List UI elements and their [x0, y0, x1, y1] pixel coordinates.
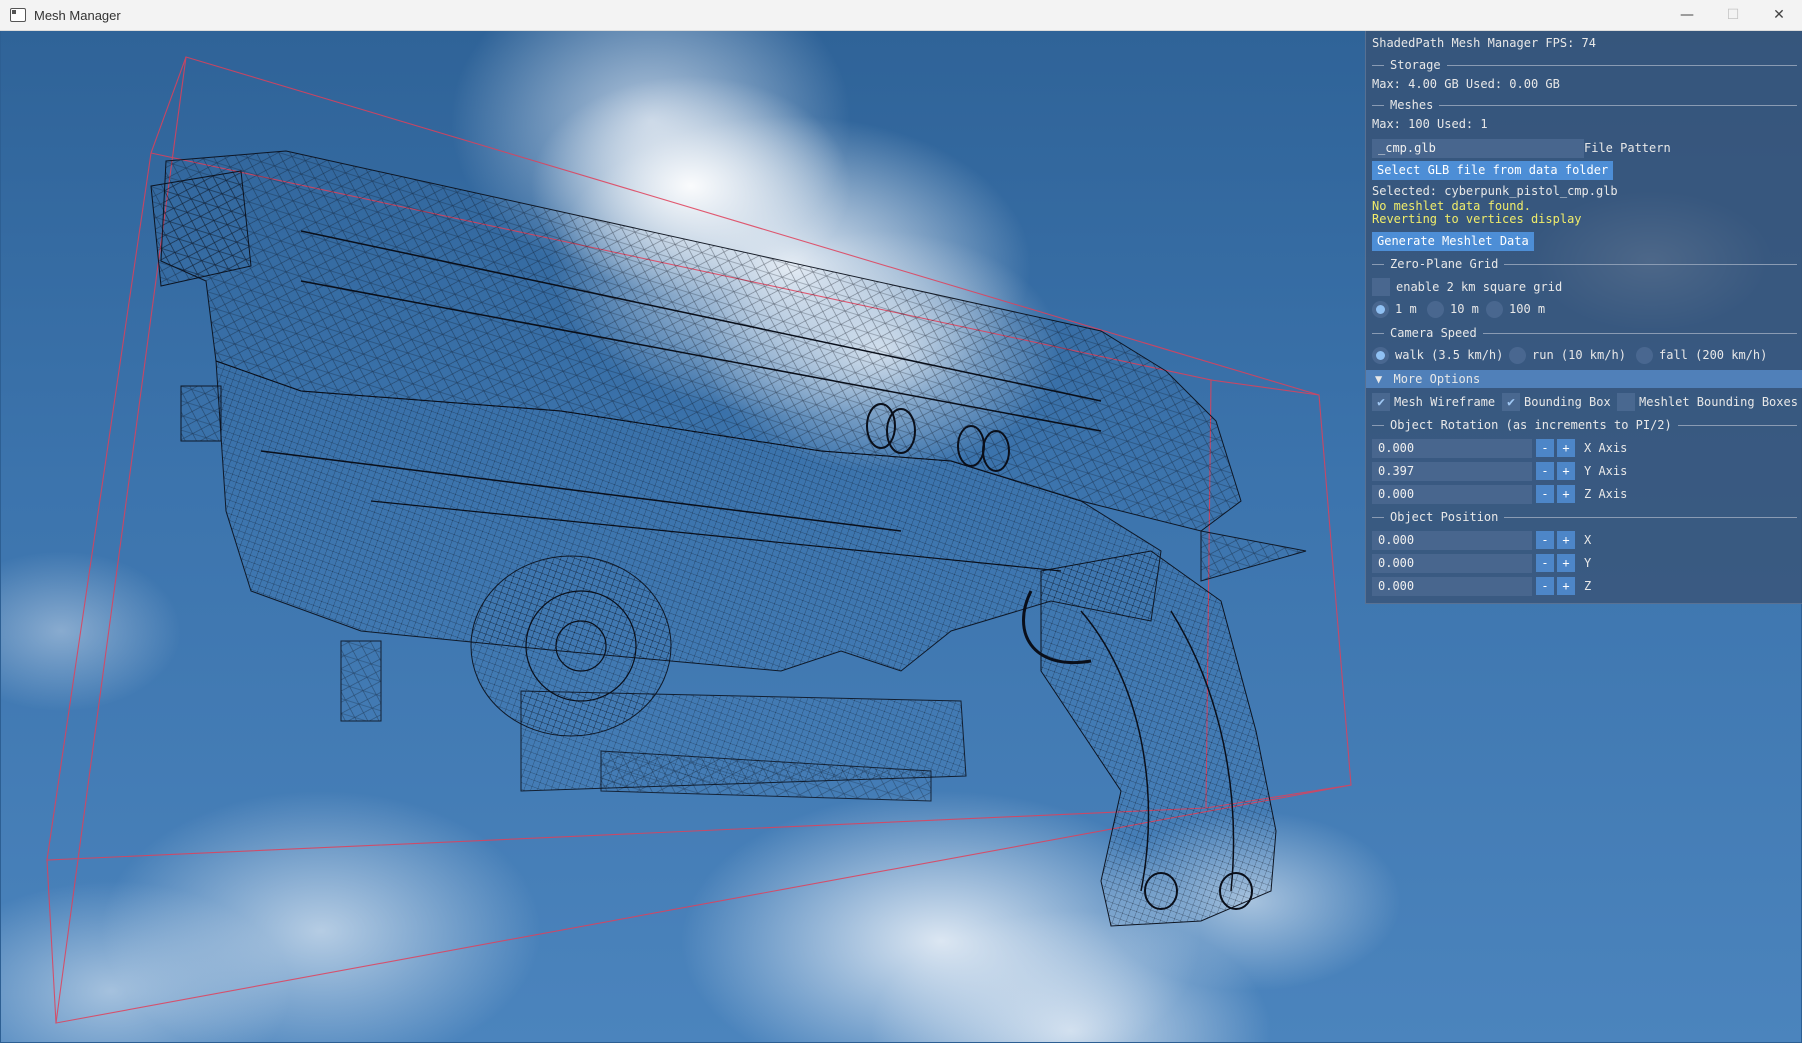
rotation-z-increment[interactable]: +	[1557, 485, 1575, 503]
maximize-icon[interactable]: ☐	[1710, 0, 1756, 30]
rotation-y-decrement[interactable]: -	[1536, 462, 1554, 480]
mesh-wireframe-label: Mesh Wireframe	[1394, 395, 1496, 409]
check-icon: ✔	[1377, 394, 1385, 410]
camera-fall-label: fall (200 km/h)	[1659, 348, 1768, 362]
pistol-wireframe	[150, 150, 1307, 927]
camera-walk-label: walk (3.5 km/h)	[1395, 348, 1504, 362]
rotation-section-label: Object Rotation (as increments to PI/2)	[1390, 418, 1672, 432]
grid-10m-radio[interactable]	[1427, 301, 1444, 318]
rotation-x-decrement[interactable]: -	[1536, 439, 1554, 457]
rotation-y-label: Y Axis	[1584, 464, 1628, 478]
position-section-label: Object Position	[1390, 510, 1499, 524]
rotation-x-label: X Axis	[1584, 441, 1628, 455]
rotation-z-label: Z Axis	[1584, 487, 1628, 501]
file-pattern-input[interactable]: _cmp.glb	[1372, 139, 1584, 158]
select-glb-button[interactable]: Select GLB file from data folder	[1372, 161, 1614, 180]
panel-header: ShadedPath Mesh Manager FPS: 74	[1372, 36, 1596, 50]
rotation-separator: Object Rotation (as increments to PI/2)	[1372, 416, 1797, 434]
app-icon	[10, 8, 26, 22]
collapse-arrow-icon: ▼	[1375, 372, 1383, 386]
more-options-label: More Options	[1393, 372, 1481, 386]
grid-section-label: Zero-Plane Grid	[1390, 257, 1499, 271]
meshlet-bounding-boxes-label: Meshlet Bounding Boxes	[1639, 395, 1798, 409]
mesh-manager-panel: ShadedPath Mesh Manager FPS: 74 Storage …	[1365, 31, 1802, 604]
position-z-increment[interactable]: +	[1557, 577, 1575, 595]
check-icon: ✔	[1507, 394, 1515, 410]
rotation-z-input[interactable]: 0.000	[1372, 485, 1532, 504]
selected-file-label: Selected: cyberpunk_pistol_cmp.glb	[1372, 184, 1618, 198]
camera-separator: Camera Speed	[1372, 324, 1797, 342]
position-z-decrement[interactable]: -	[1536, 577, 1554, 595]
camera-section-label: Camera Speed	[1390, 326, 1477, 340]
meshlet-bounding-boxes-checkbox[interactable]	[1617, 393, 1635, 411]
position-y-label: Y	[1584, 556, 1592, 570]
storage-info: Max: 4.00 GB Used: 0.00 GB	[1372, 77, 1560, 91]
position-separator: Object Position	[1372, 508, 1797, 526]
grid-1m-label: 1 m	[1395, 302, 1417, 316]
position-x-decrement[interactable]: -	[1536, 531, 1554, 549]
bounding-box-label: Bounding Box	[1524, 395, 1611, 409]
meshlet-warning-line2: Reverting to vertices display	[1372, 212, 1582, 226]
position-x-increment[interactable]: +	[1557, 531, 1575, 549]
grid-separator: Zero-Plane Grid	[1372, 255, 1797, 273]
more-options-header[interactable]: ▼ More Options	[1366, 370, 1802, 388]
position-y-increment[interactable]: +	[1557, 554, 1575, 572]
enable-grid-checkbox[interactable]	[1372, 278, 1390, 296]
camera-fall-radio[interactable]	[1636, 347, 1653, 364]
window-titlebar: Mesh Manager — ☐ ✕	[0, 0, 1802, 31]
position-y-decrement[interactable]: -	[1536, 554, 1554, 572]
camera-run-label: run (10 km/h)	[1532, 348, 1626, 362]
position-x-label: X	[1584, 533, 1592, 547]
window-controls: — ☐ ✕	[1664, 0, 1802, 30]
rotation-x-increment[interactable]: +	[1557, 439, 1575, 457]
camera-walk-radio[interactable]	[1372, 347, 1389, 364]
generate-meshlet-button[interactable]: Generate Meshlet Data	[1372, 232, 1534, 251]
grid-1m-radio[interactable]	[1372, 301, 1389, 318]
file-pattern-label: File Pattern	[1584, 141, 1671, 155]
position-z-input[interactable]: 0.000	[1372, 577, 1532, 596]
minimize-icon[interactable]: —	[1664, 0, 1710, 30]
position-y-input[interactable]: 0.000	[1372, 554, 1532, 573]
camera-run-radio[interactable]	[1509, 347, 1526, 364]
bounding-box-checkbox[interactable]: ✔	[1502, 393, 1520, 411]
position-x-input[interactable]: 0.000	[1372, 531, 1532, 550]
grid-100m-radio[interactable]	[1486, 301, 1503, 318]
grid-100m-label: 100 m	[1509, 302, 1546, 316]
mesh-wireframe-checkbox[interactable]: ✔	[1372, 393, 1390, 411]
storage-section-label: Storage	[1390, 58, 1441, 72]
rotation-x-input[interactable]: 0.000	[1372, 439, 1532, 458]
rotation-y-increment[interactable]: +	[1557, 462, 1575, 480]
storage-separator: Storage	[1372, 56, 1797, 74]
rotation-y-input[interactable]: 0.397	[1372, 462, 1532, 481]
enable-grid-label: enable 2 km square grid	[1396, 280, 1563, 294]
meshes-info: Max: 100 Used: 1	[1372, 117, 1488, 131]
window-title: Mesh Manager	[34, 7, 121, 23]
rotation-z-decrement[interactable]: -	[1536, 485, 1554, 503]
close-icon[interactable]: ✕	[1756, 0, 1802, 30]
meshlet-warning-line1: No meshlet data found.	[1372, 199, 1531, 213]
meshes-section-label: Meshes	[1390, 98, 1434, 112]
grid-10m-label: 10 m	[1450, 302, 1479, 316]
position-z-label: Z	[1584, 579, 1592, 593]
meshes-separator: Meshes	[1372, 96, 1797, 114]
